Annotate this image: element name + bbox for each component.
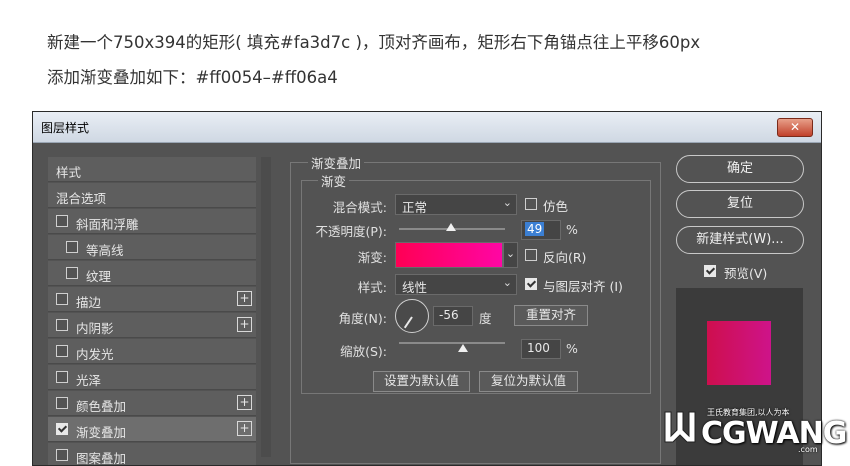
style-label: 样式: [357, 280, 387, 295]
style-select[interactable]: 线性 ⌄ [395, 274, 517, 295]
blend-options-label: 混合选项 [56, 191, 107, 206]
gradient-overlay-title: 渐变叠加 [308, 153, 365, 172]
style-item-label: 内阴影 [76, 321, 114, 336]
style-item-label: 斜面和浮雕 [76, 217, 139, 232]
add-effect-icon[interactable]: + [237, 395, 252, 410]
style-item-checkbox[interactable] [56, 293, 68, 305]
style-item[interactable]: 纹理 [48, 261, 256, 286]
gradient-swatch[interactable] [395, 242, 503, 268]
opacity-input[interactable]: 49 [521, 220, 561, 240]
style-item-label: 等高线 [86, 243, 124, 258]
opacity-label: 不透明度(P): [315, 224, 387, 239]
reset-button[interactable]: 复位 [676, 190, 804, 218]
scale-slider-thumb[interactable] [458, 344, 468, 352]
angle-unit: 度 [479, 311, 492, 326]
add-effect-icon[interactable]: + [237, 421, 252, 436]
dither-checkbox[interactable] [525, 198, 537, 210]
opacity-unit: % [566, 222, 578, 237]
angle-input[interactable]: -56 [433, 306, 473, 326]
cgwang-logo-icon [664, 411, 696, 443]
dialog-title: 图层样式 [41, 121, 90, 135]
style-item[interactable]: 等高线 [48, 235, 256, 260]
style-item-checkbox[interactable] [56, 319, 68, 331]
style-item-label: 光泽 [76, 373, 102, 388]
close-icon: ✕ [789, 120, 801, 134]
style-item-label: 图案叠加 [76, 451, 127, 466]
instruction-line-1: 新建一个750x394的矩形( 填充#fa3d7c )，顶对齐画布，矩形右下角锚… [47, 33, 701, 52]
chevron-down-icon: ⌄ [502, 276, 512, 289]
add-effect-icon[interactable]: + [237, 317, 252, 332]
blend-mode-label: 混合模式: [332, 200, 387, 215]
style-item-label: 内发光 [76, 347, 114, 362]
style-item-label: 渐变叠加 [76, 425, 127, 440]
style-item-checkbox[interactable] [56, 371, 68, 383]
chevron-down-icon: ⌄ [502, 196, 512, 209]
opacity-slider-thumb[interactable] [446, 223, 456, 231]
style-item[interactable]: 光泽 [48, 365, 256, 390]
align-with-layer-label: 与图层对齐 (I) [543, 279, 623, 294]
scale-input[interactable]: 100 [521, 339, 561, 359]
style-item[interactable]: 内发光 [48, 339, 256, 364]
dither-label: 仿色 [543, 199, 569, 214]
style-item-checkbox[interactable] [56, 449, 68, 461]
reset-default-button[interactable]: 复位为默认值 [479, 371, 578, 392]
add-effect-icon[interactable]: + [237, 291, 252, 306]
style-item-label: 颜色叠加 [76, 399, 127, 414]
style-item[interactable]: 描边 + [48, 287, 256, 312]
blend-mode-value: 正常 [402, 200, 428, 215]
gradient-subgroup-title: 渐变 [318, 171, 350, 190]
angle-label: 角度(N): [338, 311, 387, 326]
style-item[interactable]: 颜色叠加 + [48, 391, 256, 416]
styles-header-label: 样式 [56, 165, 82, 180]
dialog-titlebar: 图层样式 ✕ [33, 112, 821, 143]
blend-options-item[interactable]: 混合选项 [48, 183, 256, 208]
watermark-domain: .com [798, 445, 818, 454]
angle-value: -56 [439, 308, 459, 322]
blend-mode-select[interactable]: 正常 ⌄ [395, 194, 517, 215]
scale-slider[interactable] [399, 342, 505, 344]
gradient-picker-button[interactable]: ⌄ [503, 242, 518, 268]
angle-dial[interactable] [395, 299, 429, 333]
angle-dial-hand [403, 316, 413, 329]
watermark-brand: CGWANG [701, 416, 847, 451]
preview-checkbox[interactable] [704, 265, 716, 277]
style-item-label: 纹理 [86, 269, 112, 284]
gradient-label: 渐变: [357, 250, 387, 265]
set-default-button[interactable]: 设置为默认值 [373, 371, 470, 392]
style-item[interactable]: 图案叠加 [48, 443, 256, 466]
style-item-checkbox[interactable] [66, 241, 78, 253]
instruction-line-2: 添加渐变叠加如下：#ff0054–#ff06a4 [47, 68, 338, 87]
opacity-value: 49 [525, 222, 545, 236]
reverse-checkbox[interactable] [525, 249, 537, 261]
styles-list: 样式 混合选项 斜面和浮雕等高线纹理描边 + 内阴影 + 内发光光泽颜色叠加 + 渐变叠加 +… [48, 157, 258, 466]
reset-alignment-button[interactable]: 重置对齐 [514, 305, 588, 326]
style-value: 线性 [402, 280, 428, 295]
chevron-down-icon: ⌄ [505, 247, 516, 260]
styles-scrollbar[interactable] [261, 157, 271, 457]
style-item-checkbox[interactable] [56, 397, 68, 409]
style-item-checkbox[interactable] [56, 215, 68, 227]
scale-value: 100 [527, 341, 550, 355]
close-button[interactable]: ✕ [777, 118, 813, 137]
style-item[interactable]: 内阴影 + [48, 313, 256, 338]
style-item-label: 描边 [76, 295, 102, 310]
style-item-checkbox[interactable] [56, 423, 68, 435]
cgwang-watermark: 王氏教育集团,以人为本 CGWANG .com [655, 404, 850, 462]
ok-button[interactable]: 确定 [676, 155, 804, 183]
scale-unit: % [566, 341, 578, 356]
preview-swatch [707, 321, 771, 385]
style-item[interactable]: 渐变叠加 + [48, 417, 256, 442]
preview-label: 预览(V) [724, 266, 768, 281]
reverse-label: 反向(R) [543, 250, 587, 265]
align-with-layer-checkbox[interactable] [525, 278, 537, 290]
scale-label: 缩放(S): [340, 344, 387, 359]
style-item-checkbox[interactable] [66, 267, 78, 279]
style-item[interactable]: 斜面和浮雕 [48, 209, 256, 234]
style-item-checkbox[interactable] [56, 345, 68, 357]
styles-header[interactable]: 样式 [48, 157, 256, 182]
new-style-button[interactable]: 新建样式(W)... [676, 226, 804, 254]
